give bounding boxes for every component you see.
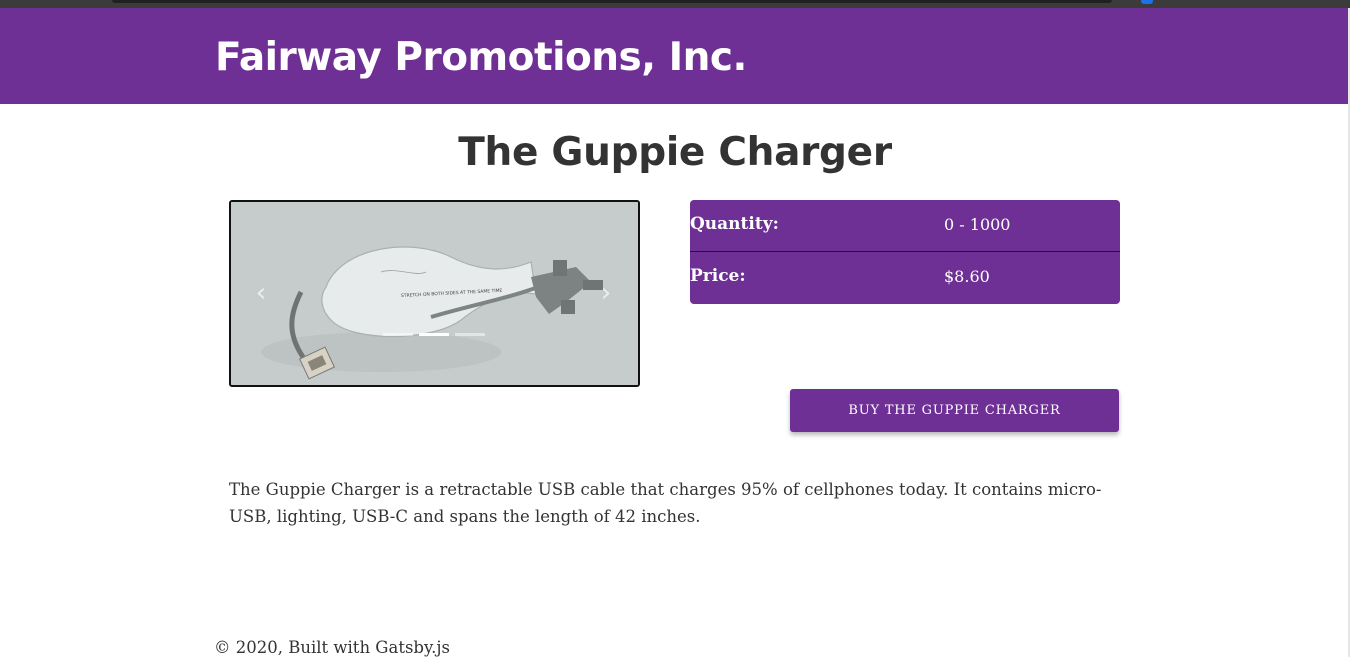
product-image-carousel[interactable]: STRETCH ON BOTH SIDES AT THE SAME TIME (229, 200, 640, 387)
product-image: STRETCH ON BOTH SIDES AT THE SAME TIME (231, 202, 638, 385)
carousel-indicator-1[interactable] (383, 333, 413, 336)
carousel-indicator-2[interactable] (419, 333, 449, 336)
quantity-value: 0 - 1000 (944, 215, 1011, 234)
browser-extension-icon (1141, 0, 1153, 4)
product-description: The Guppie Charger is a retractable USB … (229, 480, 1102, 526)
carousel-prev-button[interactable]: ‹ (251, 278, 271, 308)
chevron-left-icon: ‹ (255, 278, 267, 308)
product-title: The Guppie Charger (458, 130, 892, 175)
carousel-next-button[interactable]: › (596, 278, 616, 308)
price-label: Price: (690, 266, 746, 286)
carousel-indicator-3[interactable] (455, 333, 485, 336)
price-value: $8.60 (944, 267, 990, 286)
browser-top-strip (0, 0, 1350, 8)
price-row: Price: $8.60 (690, 252, 1120, 304)
chevron-right-icon: › (600, 278, 612, 308)
buy-button[interactable]: BUY THE GUPPIE CHARGER (790, 389, 1119, 432)
browser-address-bar (112, 0, 1112, 3)
product-info-table: Quantity: 0 - 1000 Price: $8.60 (690, 200, 1120, 304)
site-footer: © 2020, Built with Gatsby.js (214, 638, 450, 657)
quantity-label: Quantity: (690, 214, 779, 234)
site-title-link[interactable]: Fairway Promotions, Inc. (215, 35, 747, 80)
quantity-row: Quantity: 0 - 1000 (690, 200, 1120, 252)
site-header: Fairway Promotions, Inc. (0, 8, 1348, 104)
